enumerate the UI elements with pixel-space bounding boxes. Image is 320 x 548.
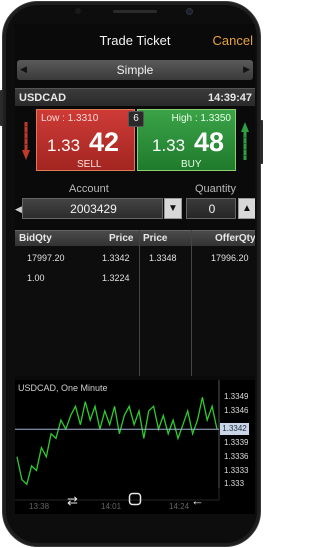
quantity-label: Quantity (195, 183, 236, 195)
title-bar: Trade Ticket Cancel (15, 24, 255, 58)
ask-price-cell[interactable]: 1.3348 (149, 253, 177, 263)
account-label: Account (69, 183, 109, 195)
spread-badge: 6 (128, 111, 144, 127)
high-price: High : 1.3350 (171, 113, 232, 124)
sell-label: SELL (77, 159, 102, 170)
down-trend-icon (22, 122, 30, 160)
offer-qty-cell[interactable]: 17996.20 (211, 253, 249, 263)
bid-qty-cell[interactable]: 17997.20 (27, 253, 65, 263)
order-book-divider (139, 230, 140, 376)
mode-label: Simple (116, 63, 154, 77)
quantity-decrease-button[interactable]: ▼ (164, 198, 182, 219)
sell-price-prefix: 1.33 (47, 136, 81, 155)
home-icon[interactable] (128, 492, 142, 509)
power-button (260, 120, 263, 164)
y-tick-label: 1.3346 (224, 405, 249, 415)
ask-price-header: Price (143, 233, 168, 244)
cancel-button[interactable]: Cancel (213, 33, 253, 48)
buy-label: BUY (181, 159, 202, 170)
current-price-marker: 1.3342 (220, 423, 249, 436)
account-value: 2003429 (70, 202, 117, 216)
instrument-row: USDCAD 14:39:47 (15, 88, 255, 106)
mode-selector[interactable]: ◀ Simple ▶ (17, 60, 253, 80)
bid-qty-cell[interactable]: 1.00 (27, 273, 45, 283)
account-prev-icon[interactable]: ◀ (15, 204, 22, 215)
bid-qty-header: BidQty (19, 233, 52, 244)
account-select[interactable]: 2003429 (22, 198, 163, 219)
order-book-divider (191, 230, 192, 376)
screen: Trade Ticket Cancel ◀ Simple ▶ USDCAD 14… (15, 24, 255, 514)
buy-price-pips: 48 (194, 127, 225, 157)
buy-button[interactable]: High : 1.3350 1.33 48 BUY (137, 109, 236, 171)
y-tick-label: 1.333 (224, 479, 245, 489)
system-navigation-bar: ⇄ ← (15, 488, 255, 514)
front-camera (186, 8, 193, 15)
quantity-value: 0 (208, 202, 216, 216)
quote-time: 14:39:47 (207, 92, 252, 104)
y-tick-label: 1.3333 (224, 465, 249, 475)
y-tick-label: 1.3336 (224, 451, 249, 461)
low-price: Low : 1.3310 (41, 113, 99, 124)
sell-button[interactable]: Low : 1.3310 1.33 42 SELL (36, 109, 135, 171)
triangle-right-icon[interactable]: ▶ (243, 64, 250, 75)
quantity-increase-button[interactable]: ▲ (238, 198, 255, 219)
sell-price-pips: 42 (89, 127, 120, 157)
quantity-input[interactable]: 0 (186, 198, 236, 219)
order-book (15, 246, 255, 376)
back-icon[interactable]: ← (191, 493, 204, 508)
up-trend-icon (241, 122, 249, 160)
earpiece (113, 10, 157, 13)
bid-price-header: Price (109, 233, 134, 244)
bid-price-cell[interactable]: 1.3342 (102, 253, 130, 263)
instrument-symbol: USDCAD (19, 92, 67, 104)
y-tick-label: 1.3349 (224, 392, 249, 402)
recent-apps-icon[interactable]: ⇄ (67, 493, 78, 509)
offer-qty-header: OfferQty (215, 233, 255, 244)
buy-price-prefix: 1.33 (152, 136, 186, 155)
order-book-header: BidQty Price Price OfferQty (15, 230, 255, 246)
bid-price-cell[interactable]: 1.3224 (102, 273, 130, 283)
sensor (75, 8, 81, 14)
phone-frame: Trade Ticket Cancel ◀ Simple ▶ USDCAD 14… (0, 1, 263, 547)
price-series-line (16, 397, 218, 486)
y-tick-label: 1.3339 (224, 438, 249, 447)
triangle-up-icon: ▲ (242, 203, 252, 214)
triangle-down-icon: ▼ (168, 203, 178, 214)
volume-button (0, 90, 3, 126)
